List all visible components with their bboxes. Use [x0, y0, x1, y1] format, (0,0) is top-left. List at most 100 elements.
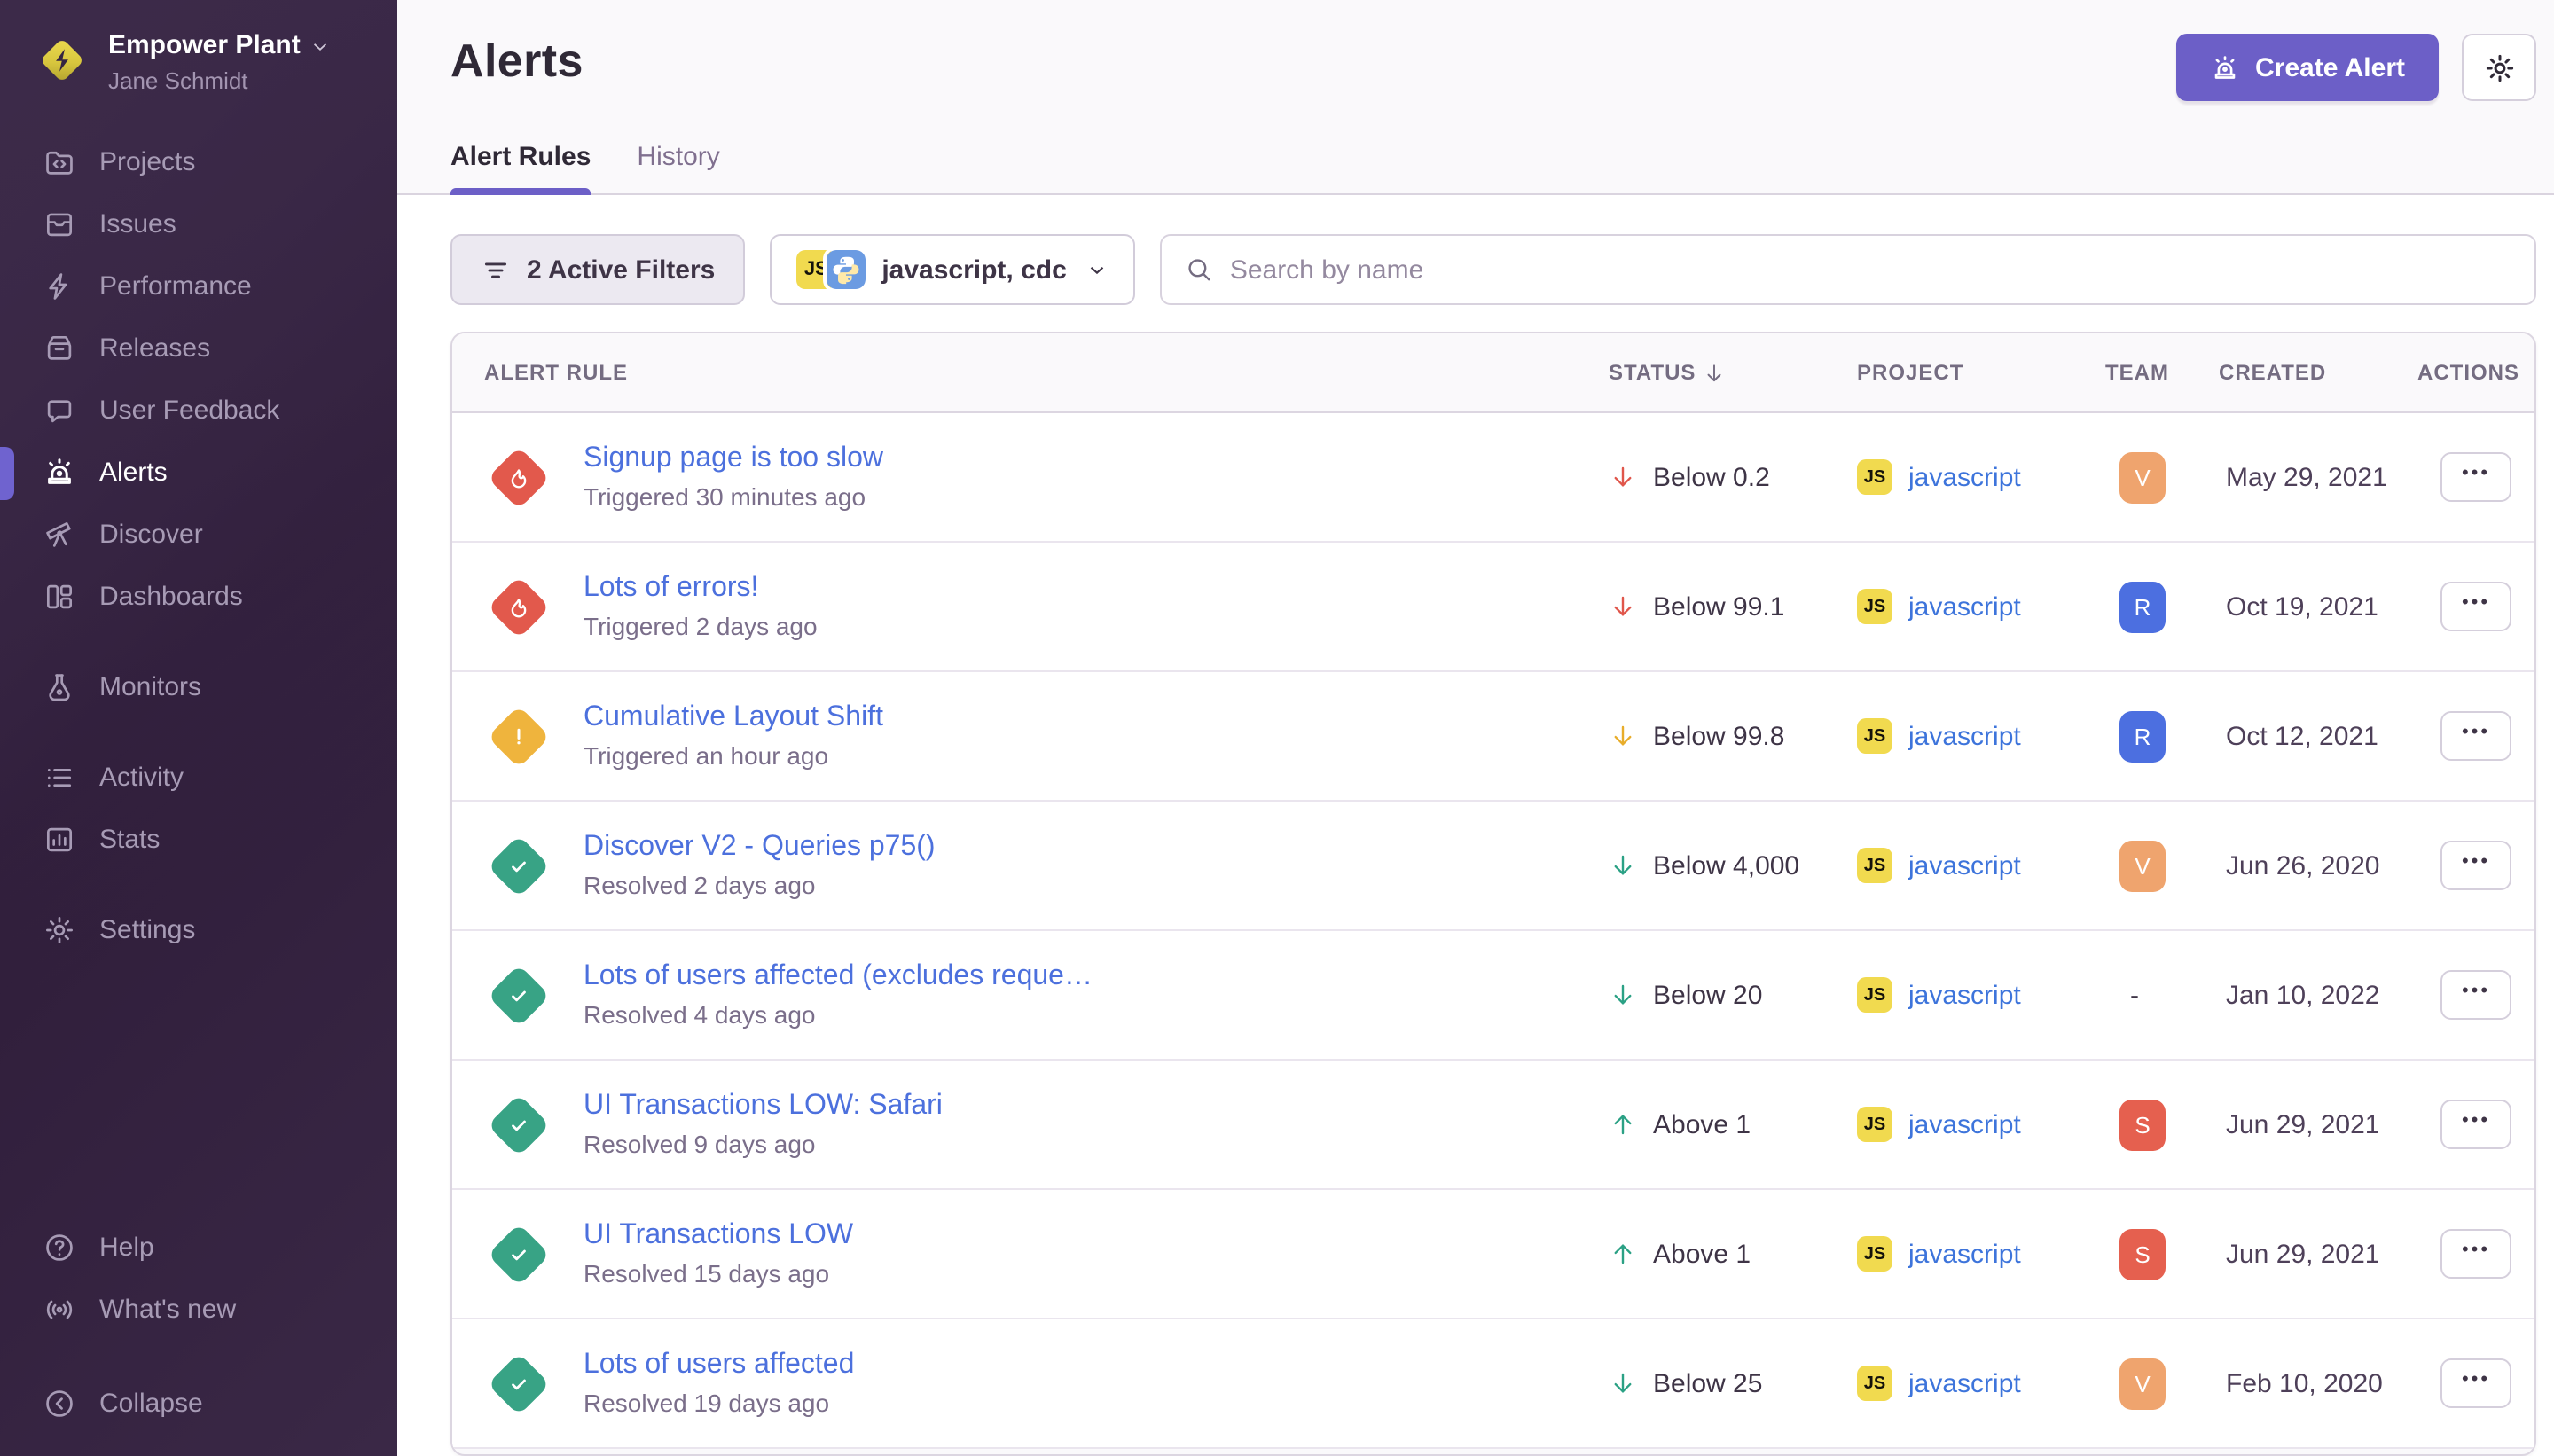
issues-icon [43, 207, 76, 241]
status-cell: Below 25 [1609, 1368, 1857, 1398]
row-actions-button[interactable]: ••• [2440, 452, 2511, 502]
row-actions-button[interactable]: ••• [2440, 582, 2511, 631]
table-body: Signup page is too slowTriggered 30 minu… [452, 413, 2534, 1449]
table-header: Alert Rule Status Project Team Created A… [452, 333, 2534, 413]
alert-rule-link[interactable]: Lots of users affected [584, 1350, 854, 1382]
project-link[interactable]: javascript [1908, 1239, 2021, 1269]
create-alert-button[interactable]: Create Alert [2175, 34, 2439, 101]
alert-rule-cell: Cumulative Layout ShiftTriggered an hour… [452, 702, 1609, 770]
sidebar-item-activity[interactable]: Activity [0, 747, 397, 809]
project-link[interactable]: javascript [1908, 721, 2021, 751]
content-area: 2 Active Filters JS javascript, cdc [397, 195, 2554, 1456]
sidebar-item-discover[interactable]: Discover [0, 504, 397, 566]
project-link[interactable]: javascript [1908, 1109, 2021, 1139]
project-link[interactable]: javascript [1908, 591, 2021, 622]
project-link[interactable]: javascript [1908, 980, 2021, 1010]
project-selector[interactable]: JS javascript, cdc [770, 234, 1135, 305]
tab-alert-rules[interactable]: Alert Rules [450, 142, 591, 193]
row-actions-button[interactable]: ••• [2440, 711, 2511, 761]
python-platform-icon [827, 250, 866, 289]
team-cell: S [2105, 1099, 2219, 1150]
status-value: Above 1 [1653, 1109, 1751, 1139]
arrow-down-icon [1609, 1369, 1637, 1397]
row-actions-button[interactable]: ••• [2440, 1229, 2511, 1279]
team-none: - [2130, 980, 2139, 1010]
resolved-status-icon [488, 834, 551, 897]
alerts-settings-button[interactable] [2462, 34, 2536, 101]
status-cell: Below 99.1 [1609, 591, 1857, 622]
alert-rule-cell: Signup page is too slowTriggered 30 minu… [452, 443, 1609, 511]
sidebar-item-issues[interactable]: Issues [0, 193, 397, 255]
actions-cell: ••• [2417, 970, 2534, 1020]
project-cell: JSjavascript [1857, 977, 2105, 1013]
active-filters-button[interactable]: 2 Active Filters [450, 234, 745, 305]
alert-rule-link[interactable]: Cumulative Layout Shift [584, 702, 883, 734]
actions-cell: ••• [2417, 582, 2534, 631]
team-avatar: R [2119, 710, 2166, 762]
stats-icon [43, 823, 76, 857]
sidebar-item-label: User Feedback [99, 395, 279, 426]
main-content: Alerts Create Alert [397, 0, 2554, 1456]
nav-group: ActivityStats [0, 747, 397, 871]
sidebar-item-alerts[interactable]: Alerts [0, 442, 397, 504]
alerts-icon [43, 456, 76, 489]
team-cell: R [2105, 581, 2219, 632]
org-switcher[interactable]: Empower Plant Jane Schmidt [0, 0, 397, 96]
column-team: Team [2105, 360, 2219, 385]
team-cell: V [2105, 451, 2219, 503]
filter-row: 2 Active Filters JS javascript, cdc [450, 234, 2536, 305]
created-date: Jan 10, 2022 [2219, 980, 2417, 1010]
resolved-status-icon [488, 1352, 551, 1415]
status-cell: Above 1 [1609, 1109, 1857, 1139]
alert-rule-link[interactable]: UI Transactions LOW: Safari [584, 1091, 943, 1123]
collapse-icon [43, 1387, 76, 1421]
sidebar-item-user-feedback[interactable]: User Feedback [0, 380, 397, 442]
sidebar-item-dashboards[interactable]: Dashboards [0, 566, 397, 628]
sidebar-item-help[interactable]: Help [0, 1217, 397, 1279]
status-value: Below 20 [1653, 980, 1762, 1010]
row-actions-button[interactable]: ••• [2440, 841, 2511, 890]
team-avatar: S [2119, 1099, 2166, 1150]
row-actions-button[interactable]: ••• [2440, 1358, 2511, 1408]
alert-rule-link[interactable]: Signup page is too slow [584, 443, 883, 475]
search-input[interactable] [1230, 254, 2511, 285]
warning-status-icon [488, 705, 551, 768]
tab-history[interactable]: History [637, 142, 719, 193]
created-date: Oct 12, 2021 [2219, 721, 2417, 751]
team-avatar: V [2119, 1358, 2166, 1409]
alert-rule-link[interactable]: Discover V2 - Queries p75() [584, 832, 936, 864]
alert-rule-link[interactable]: Lots of errors! [584, 573, 818, 605]
row-actions-button[interactable]: ••• [2440, 970, 2511, 1020]
project-link[interactable]: javascript [1908, 462, 2021, 492]
sidebar-item-monitors[interactable]: Monitors [0, 656, 397, 718]
alert-rule-link[interactable]: Lots of users affected (excludes reque… [584, 961, 1093, 993]
sidebar-item-label: Alerts [99, 458, 168, 488]
sidebar-item-stats[interactable]: Stats [0, 809, 397, 871]
sidebar-item-label: What's new [99, 1295, 236, 1325]
sidebar-item-what-s-new[interactable]: What's new [0, 1279, 397, 1341]
project-link[interactable]: javascript [1908, 1368, 2021, 1398]
sidebar-item-performance[interactable]: Performance [0, 255, 397, 317]
alert-rule-link[interactable]: UI Transactions LOW [584, 1220, 853, 1252]
alert-rule-cell: Lots of users affected (excludes reque…R… [452, 961, 1609, 1029]
column-status[interactable]: Status [1609, 360, 1857, 385]
status-value: Below 99.1 [1653, 591, 1784, 622]
alert-rule-cell: Discover V2 - Queries p75()Resolved 2 da… [452, 832, 1609, 899]
actions-cell: ••• [2417, 841, 2534, 890]
actions-cell: ••• [2417, 452, 2534, 502]
javascript-platform-icon: JS [1857, 718, 1892, 754]
check-icon [505, 1241, 532, 1267]
sidebar-item-releases[interactable]: Releases [0, 317, 397, 380]
sidebar-footer: Help What's new Collapse [0, 1217, 397, 1456]
sidebar-item-label: Settings [99, 915, 195, 945]
sidebar-item-collapse[interactable]: Collapse [0, 1373, 397, 1435]
sidebar-item-settings[interactable]: Settings [0, 899, 397, 961]
nav-group: Settings [0, 899, 397, 961]
arrow-up-icon [1609, 1110, 1637, 1139]
whats-new-icon [43, 1293, 76, 1327]
sidebar-item-projects[interactable]: Projects [0, 131, 397, 193]
project-selector-label: javascript, cdc [881, 254, 1066, 285]
row-actions-button[interactable]: ••• [2440, 1100, 2511, 1149]
status-cell: Above 1 [1609, 1239, 1857, 1269]
project-link[interactable]: javascript [1908, 850, 2021, 881]
